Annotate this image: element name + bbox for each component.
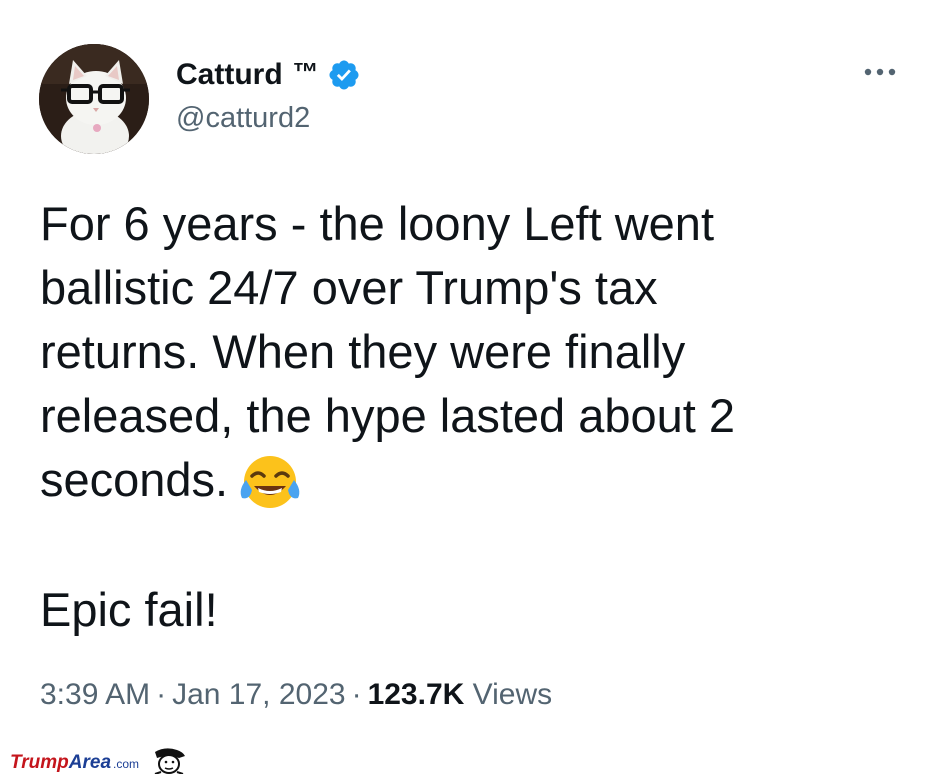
face-with-tears-of-joy-icon xyxy=(238,454,302,510)
cat-avatar-image xyxy=(39,44,149,154)
more-options-icon[interactable] xyxy=(862,62,902,82)
views-count[interactable]: 123.7K xyxy=(368,678,465,711)
separator: · xyxy=(156,678,167,711)
avatar[interactable] xyxy=(39,44,149,154)
tweet-time[interactable]: 3:39 AM xyxy=(40,678,150,711)
trademark-symbol: ™ xyxy=(292,56,319,87)
views-label: Views xyxy=(472,678,553,711)
tweet-card: Catturd ™ @catturd2 For 6 years - the lo… xyxy=(0,0,940,774)
watermark-area: Area xyxy=(68,752,112,773)
watermark-com: .com xyxy=(113,757,140,771)
caricature-face-icon xyxy=(149,748,191,774)
separator: · xyxy=(351,678,362,711)
tweet-text: For 6 years - the loony Left went ballis… xyxy=(40,192,900,512)
watermark-logo: Trump Area .com xyxy=(10,748,191,774)
tweet-date[interactable]: Jan 17, 2023 xyxy=(172,678,345,711)
tweet-text-main: For 6 years - the loony Left went ballis… xyxy=(40,197,736,506)
display-name[interactable]: Catturd xyxy=(176,58,283,92)
verified-badge-icon xyxy=(327,58,361,92)
tweet-metadata: 3:39 AM · Jan 17, 2023 · 123.7K Views xyxy=(40,678,552,712)
watermark-trump: Trump xyxy=(10,752,69,773)
author-name-row[interactable]: Catturd ™ xyxy=(176,55,361,95)
user-handle[interactable]: @catturd2 xyxy=(176,102,310,135)
tweet-text-ending: Epic fail! xyxy=(40,583,218,636)
